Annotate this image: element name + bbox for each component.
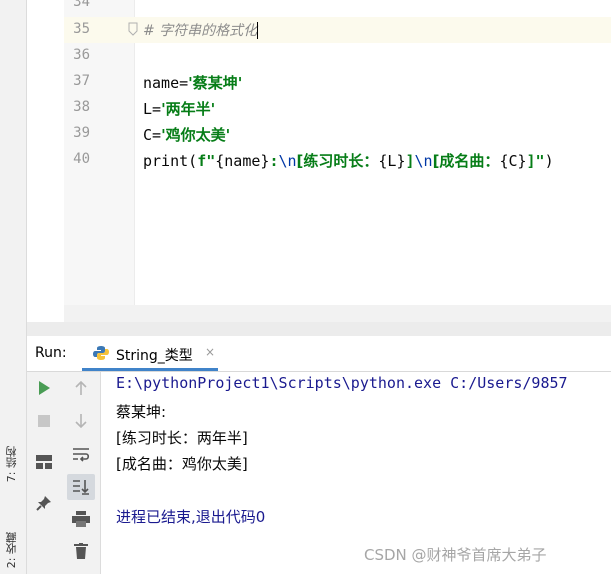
code-line-comment: # 字符串的格式化 (143, 22, 259, 39)
code-line-name: name='蔡某坤' (143, 74, 243, 92)
console-line: 蔡某坤: (116, 403, 167, 421)
watermark-text: CSDN @财神爷首席大弟子 (364, 546, 547, 564)
run-icon[interactable] (33, 377, 55, 399)
left-tool-strip: 7: 结构 2: 收藏 (0, 0, 27, 574)
run-panel-label: Run: (35, 345, 67, 361)
line-number: 34 (73, 0, 90, 10)
console-line-exit: 进程已结束,退出代码0 (116, 508, 266, 526)
console-line: [成名曲：鸡你太美] (116, 455, 248, 473)
fold-marker-icon[interactable] (128, 22, 138, 36)
code-line-l: L='两年半' (143, 100, 216, 118)
line-number: 40 (73, 151, 90, 167)
up-arrow-icon[interactable] (70, 377, 92, 399)
line-number: 35 (73, 21, 90, 37)
layout-icon[interactable] (33, 451, 55, 473)
pin-icon[interactable] (33, 492, 55, 514)
down-arrow-icon[interactable] (70, 410, 92, 432)
trash-icon[interactable] (70, 540, 92, 562)
scroll-to-end-icon[interactable] (67, 474, 95, 500)
favorites-tool-button[interactable]: 2: 收藏 (4, 532, 20, 568)
code-line-c: C='鸡你太美' (143, 126, 231, 144)
run-toolbar-primary (27, 372, 62, 574)
run-toolbar-secondary (62, 372, 101, 574)
panel-splitter[interactable] (27, 322, 611, 337)
editor-left-margin (27, 0, 64, 322)
line-number: 38 (73, 99, 90, 115)
structure-tool-button[interactable]: 7: 结构 (4, 446, 20, 482)
line-number: 39 (73, 125, 90, 141)
console-line-command: E:\pythonProject1\Scripts\python.exe C:/… (116, 374, 568, 392)
python-icon (93, 346, 109, 360)
soft-wrap-icon[interactable] (70, 444, 92, 466)
print-icon[interactable] (70, 508, 92, 530)
console-line: [练习时长：两年半] (116, 429, 248, 447)
stop-icon[interactable] (33, 410, 55, 432)
close-icon[interactable]: × (205, 345, 215, 359)
code-line-print: print(f"{name}:\n[练习时长：{L}]\n[成名曲：{C}]") (143, 152, 554, 170)
editor-horizontal-scrollbar[interactable] (64, 305, 611, 322)
line-number: 36 (73, 47, 90, 63)
run-tab-title[interactable]: String_类型 (116, 345, 193, 365)
line-number: 37 (73, 73, 90, 89)
